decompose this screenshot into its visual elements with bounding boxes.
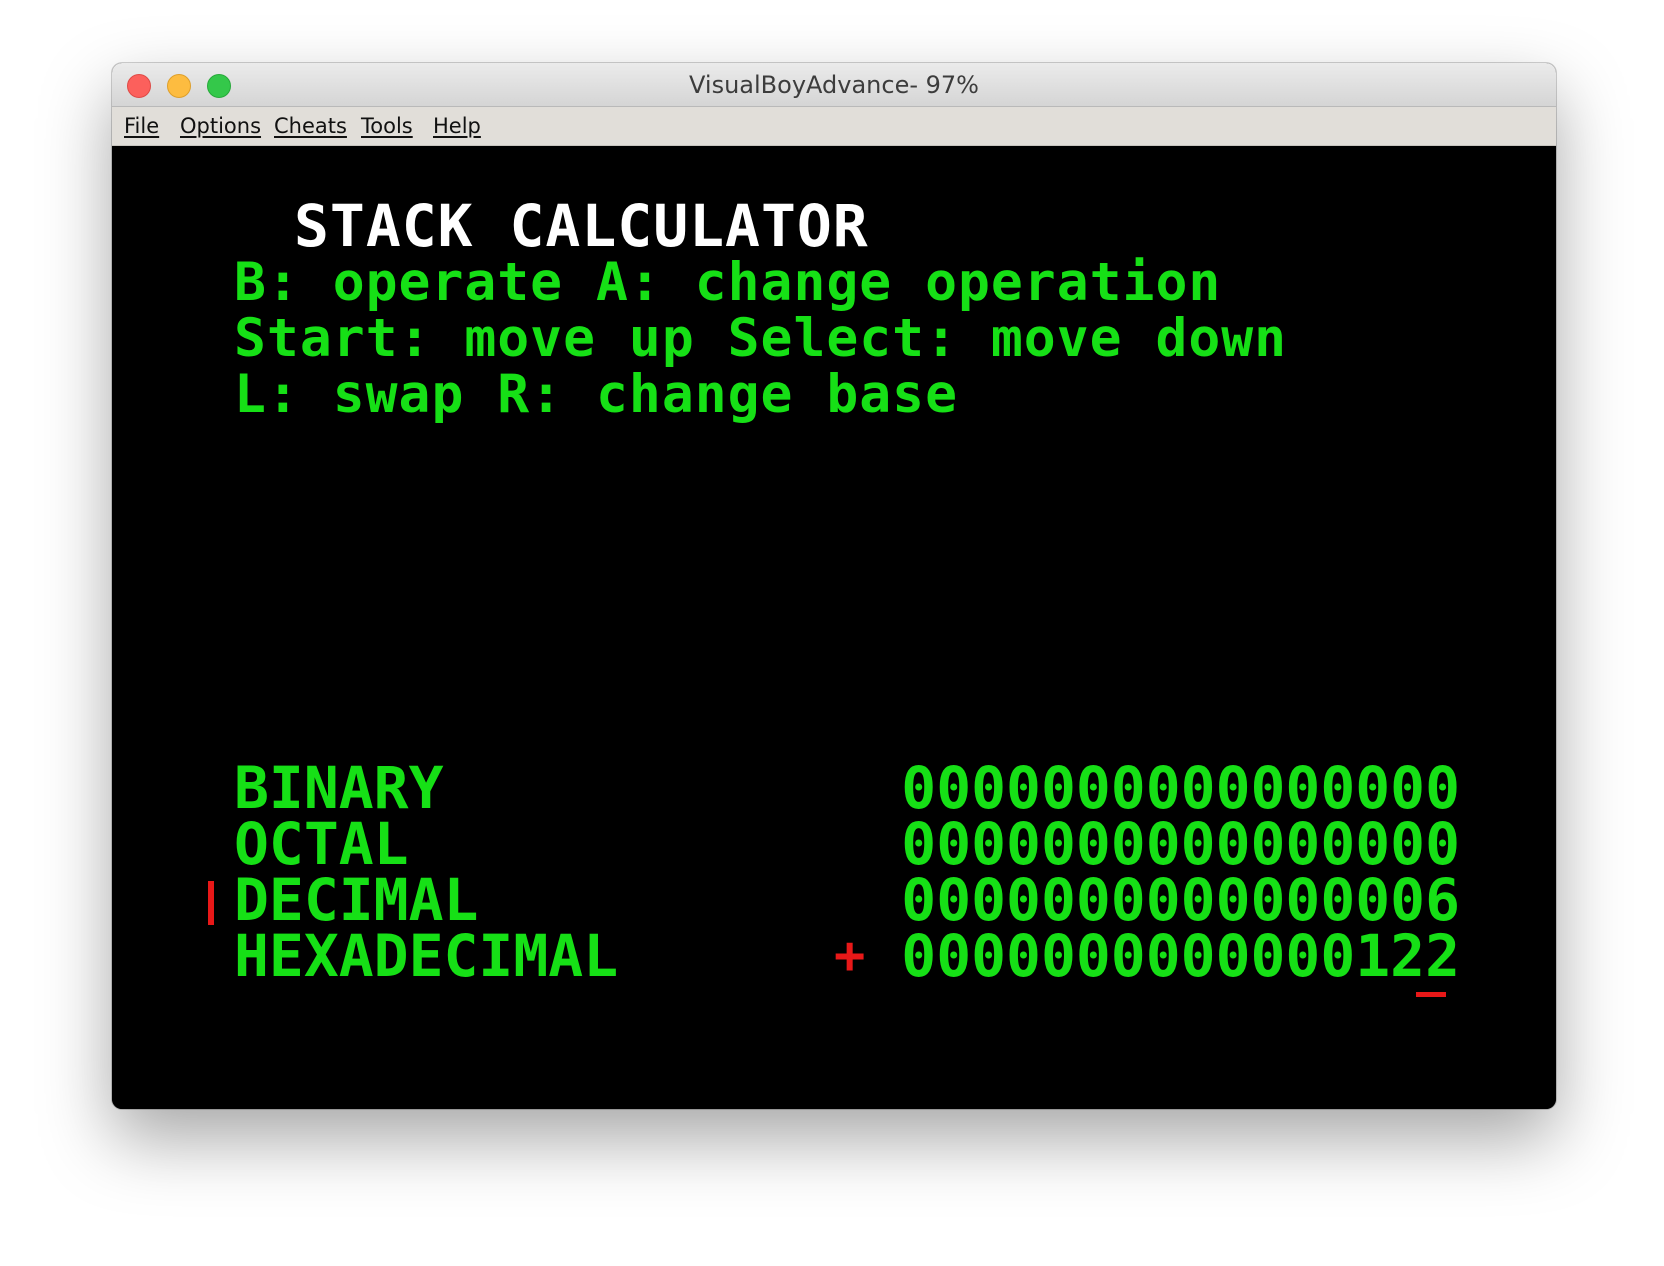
help-line-swap: L: swap R: change base <box>234 364 958 425</box>
menu-options[interactable]: Options <box>180 107 261 146</box>
menu-bar: File Options Cheats Tools Help <box>112 107 1556 146</box>
base-value-octal: 0000000000000000 <box>901 810 1460 878</box>
help-line-move: Start: move up Select: move down <box>234 308 1288 369</box>
emulator-window: VisualBoyAdvance- 97% File Options Cheat… <box>112 63 1556 1109</box>
menu-help[interactable]: Help <box>433 107 481 146</box>
sign-marker: + <box>834 926 866 986</box>
window-title: VisualBoyAdvance- 97% <box>689 71 979 99</box>
selected-row-marker <box>208 881 214 925</box>
base-label-hexadecimal: HEXADECIMAL <box>234 922 619 990</box>
menu-cheats[interactable]: Cheats <box>274 107 347 146</box>
help-line-operate: B: operate A: change operation <box>234 252 1222 313</box>
base-value-decimal: 0000000000000006 <box>901 866 1460 934</box>
base-label-binary: BINARY <box>234 754 444 822</box>
calculator-title: STACK CALCULATOR <box>294 192 869 260</box>
game-screen[interactable]: STACK CALCULATOR B: operate A: change op… <box>112 146 1556 1109</box>
base-value-hexadecimal: 0000000000000122 <box>901 922 1460 990</box>
base-value-binary: 0000000000000000 <box>901 754 1460 822</box>
title-bar[interactable]: VisualBoyAdvance- 97% <box>112 63 1556 107</box>
menu-file[interactable]: File <box>124 107 159 146</box>
menu-tools[interactable]: Tools <box>361 107 413 146</box>
base-label-octal: OCTAL <box>234 810 409 878</box>
base-label-decimal: DECIMAL <box>234 866 479 934</box>
digit-cursor <box>1416 992 1446 997</box>
